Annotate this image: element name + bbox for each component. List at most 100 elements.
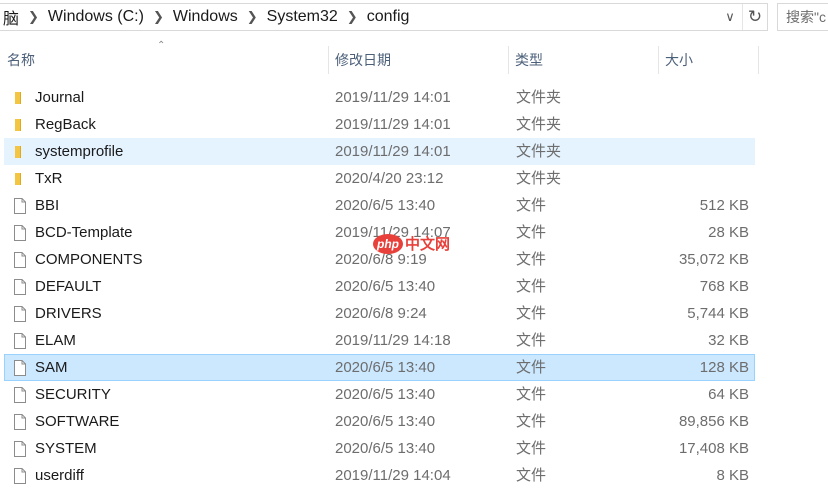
file-row[interactable]: COMPONENTS 2020/6/8 9:19 文件 35,072 KB (4, 246, 755, 273)
file-icon (12, 359, 28, 377)
file-row[interactable]: BBI 2020/6/5 13:40 文件 512 KB (4, 192, 755, 219)
file-name: COMPONENTS (35, 251, 143, 268)
breadcrumb-chevron-icon[interactable]: ❯ (22, 9, 45, 25)
file-date: 2020/4/20 23:12 (335, 170, 444, 187)
folder-icon (12, 116, 28, 134)
file-date: 2019/11/29 14:04 (335, 467, 451, 484)
column-header-name[interactable]: 名称 (0, 44, 328, 76)
file-name: TxR (35, 170, 63, 187)
file-row[interactable]: SYSTEM 2020/6/5 13:40 文件 17,408 KB (4, 435, 755, 462)
file-size: 35,072 KB (678, 251, 749, 268)
folder-icon (12, 170, 28, 188)
folder-icon (12, 89, 28, 107)
file-icon (12, 278, 28, 296)
file-icon (12, 467, 28, 485)
file-type: 文件 (516, 359, 547, 376)
file-icon (12, 251, 28, 269)
file-icon (12, 413, 28, 431)
address-bar-row: 脑 ❯ Windows (C:) ❯ Windows ❯ System32 ❯ … (0, 0, 828, 36)
file-type: 文件 (516, 197, 547, 214)
breadcrumb-chevron-icon[interactable]: ❯ (147, 9, 170, 25)
file-name: BBI (35, 197, 60, 214)
file-type: 文件 (516, 332, 547, 349)
file-type: 文件 (516, 413, 547, 430)
file-type: 文件 (516, 467, 547, 484)
file-size: 512 KB (699, 197, 749, 214)
file-icon (12, 332, 28, 350)
breadcrumb-item-config[interactable]: config (364, 8, 413, 26)
file-row[interactable]: DEFAULT 2020/6/5 13:40 文件 768 KB (4, 273, 755, 300)
file-type: 文件 (516, 386, 547, 403)
column-header-date[interactable]: 修改日期 (328, 44, 508, 76)
file-date: 2019/11/29 14:01 (335, 143, 451, 160)
breadcrumb-chevron-icon[interactable]: ❯ (241, 9, 264, 25)
file-name: DEFAULT (35, 278, 102, 295)
refresh-icon[interactable]: ↻ (742, 4, 767, 30)
file-size: 5,744 KB (687, 305, 749, 322)
column-divider[interactable] (758, 46, 759, 74)
file-name: DRIVERS (35, 305, 102, 322)
breadcrumb-item-windows[interactable]: Windows (170, 8, 241, 26)
breadcrumb-item-this-pc[interactable]: 脑 (0, 5, 22, 29)
file-type: 文件夹 (516, 170, 562, 187)
file-row[interactable]: DRIVERS 2020/6/8 9:24 文件 5,744 KB (4, 300, 755, 327)
file-name: Journal (35, 89, 85, 106)
column-header-type[interactable]: 类型 (508, 44, 658, 76)
column-header-row: ⌃ 名称 修改日期 类型 大小 (0, 40, 828, 76)
column-header-size[interactable]: 大小 (658, 44, 758, 76)
file-date: 2020/6/5 13:40 (335, 278, 436, 295)
file-row[interactable]: SAM 2020/6/5 13:40 文件 128 KB (4, 354, 755, 381)
file-date: 2020/6/5 13:40 (335, 440, 436, 457)
file-size: 32 KB (708, 332, 749, 349)
file-name: SAM (35, 359, 68, 376)
file-row[interactable]: BCD-Template 2019/11/29 14:07 文件 28 KB (4, 219, 755, 246)
breadcrumb-chevron-icon[interactable]: ❯ (341, 9, 364, 25)
file-icon (12, 197, 28, 215)
file-size: 64 KB (708, 386, 749, 403)
file-type: 文件 (516, 440, 547, 457)
history-dropdown-icon[interactable]: ∨ (718, 4, 742, 30)
file-size: 128 KB (699, 359, 749, 376)
file-row[interactable]: Journal 2019/11/29 14:01 文件夹 (4, 84, 755, 111)
file-name: RegBack (35, 116, 96, 133)
file-type: 文件 (516, 305, 547, 322)
file-type: 文件 (516, 224, 547, 241)
file-name: SOFTWARE (35, 413, 120, 430)
file-date: 2020/6/5 13:40 (335, 386, 436, 403)
file-type: 文件 (516, 278, 547, 295)
file-type: 文件夹 (516, 89, 562, 106)
file-date: 2020/6/5 13:40 (335, 197, 436, 214)
file-icon (12, 386, 28, 404)
file-name: BCD-Template (35, 224, 133, 241)
address-bar[interactable]: 脑 ❯ Windows (C:) ❯ Windows ❯ System32 ❯ … (0, 3, 768, 31)
file-date: 2020/6/8 9:19 (335, 251, 427, 268)
folder-icon (12, 143, 28, 161)
file-icon (12, 224, 28, 242)
file-name: SYSTEM (35, 440, 97, 457)
file-size: 8 KB (716, 467, 749, 484)
file-row[interactable]: systemprofile 2019/11/29 14:01 文件夹 (4, 138, 755, 165)
file-row[interactable]: userdiff 2019/11/29 14:04 文件 8 KB (4, 462, 755, 489)
file-name: systemprofile (35, 143, 124, 160)
file-date: 2020/6/8 9:24 (335, 305, 427, 322)
file-row[interactable]: SOFTWARE 2020/6/5 13:40 文件 89,856 KB (4, 408, 755, 435)
file-row[interactable]: ELAM 2019/11/29 14:18 文件 32 KB (4, 327, 755, 354)
breadcrumb-item-drive[interactable]: Windows (C:) (45, 8, 147, 26)
file-date: 2019/11/29 14:18 (335, 332, 451, 349)
file-row[interactable]: TxR 2020/4/20 23:12 文件夹 (4, 165, 755, 192)
file-date: 2019/11/29 14:01 (335, 116, 451, 133)
file-row[interactable]: SECURITY 2020/6/5 13:40 文件 64 KB (4, 381, 755, 408)
file-name: SECURITY (35, 386, 111, 403)
breadcrumb-item-system32[interactable]: System32 (264, 8, 341, 26)
file-date: 2019/11/29 14:01 (335, 89, 451, 106)
file-type: 文件 (516, 251, 547, 268)
file-type: 文件夹 (516, 116, 562, 133)
file-icon (12, 440, 28, 458)
file-name: userdiff (35, 467, 84, 484)
search-input[interactable]: 搜索"c (777, 3, 828, 31)
file-icon (12, 305, 28, 323)
file-row[interactable]: RegBack 2019/11/29 14:01 文件夹 (4, 111, 755, 138)
file-size: 89,856 KB (678, 413, 749, 430)
file-size: 28 KB (708, 224, 749, 241)
file-size: 17,408 KB (678, 440, 749, 457)
